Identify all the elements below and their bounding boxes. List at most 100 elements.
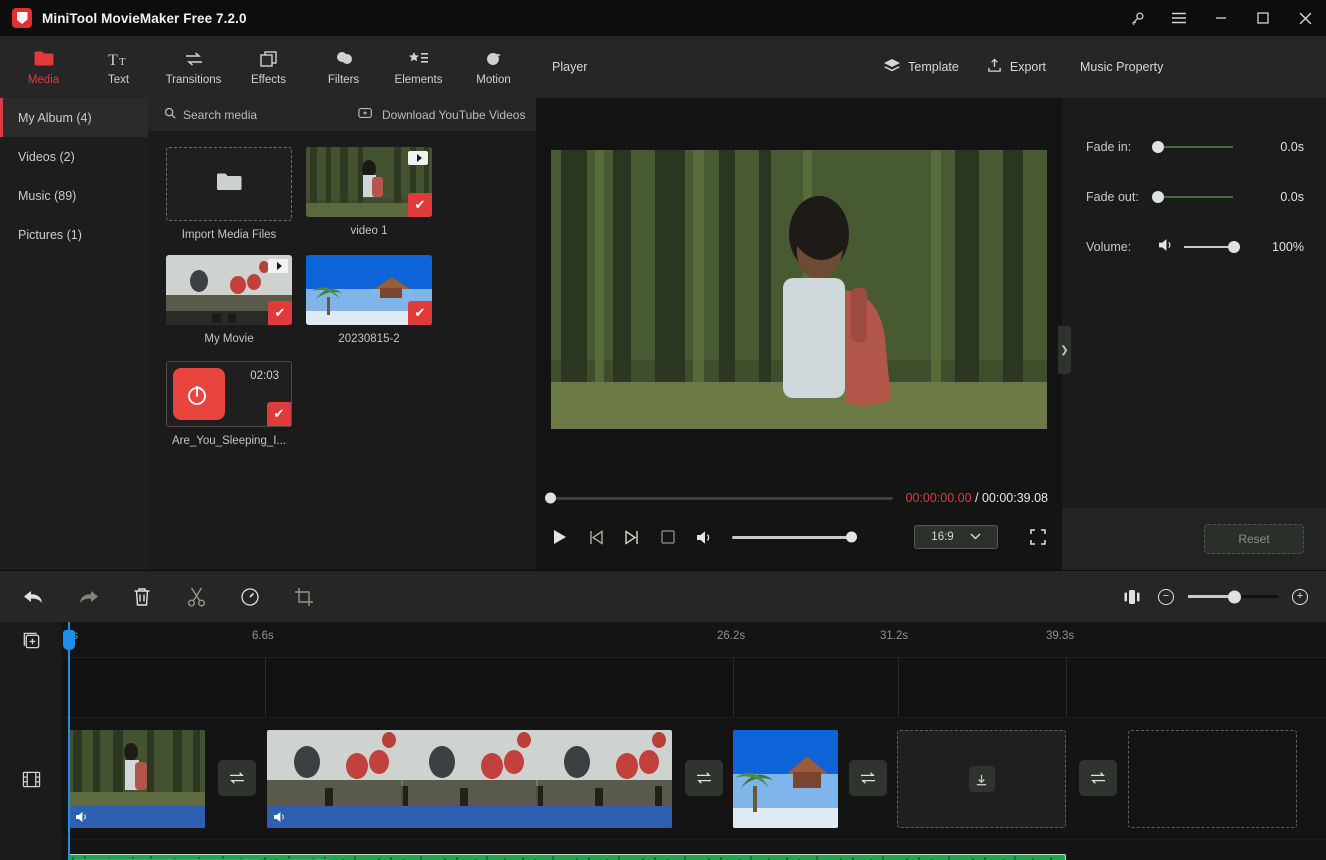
ruler-tick: 39.3s [1046,630,1075,642]
seek-knob[interactable] [545,492,556,504]
music-track-icon [0,840,62,860]
fullscreen-button[interactable] [1028,527,1048,547]
media-item-20230815-2[interactable]: ✔ 20230815-2 [306,255,432,345]
playhead[interactable] [63,622,75,860]
volume-knob[interactable] [846,531,857,543]
export-button[interactable]: Export [987,58,1046,76]
undo-icon[interactable] [22,585,46,609]
zoom-in-button[interactable]: + [1292,588,1308,605]
fit-timeline-icon[interactable] [1120,585,1144,609]
property-title: Music Property [1080,60,1164,74]
search-icon [164,107,176,122]
media-item-my-movie[interactable]: ✔ My Movie [166,255,292,345]
text-track-gutter [0,658,62,718]
aspect-ratio-select[interactable]: 16:9 [914,525,998,549]
fade-out-knob[interactable] [1152,191,1164,203]
maximize-button[interactable] [1242,0,1284,36]
media-thumbnail[interactable]: ✔ [306,147,432,217]
zoom-knob[interactable] [1228,590,1241,603]
split-scissors-icon[interactable] [184,585,208,609]
media-label: 20230815-2 [338,333,400,345]
transitions-icon [183,48,205,70]
fade-out-slider[interactable] [1152,191,1233,203]
audio-track-row[interactable]: Are_You_Sleeping_Instrumental 39.3s [62,840,1326,860]
fade-in-knob[interactable] [1152,141,1164,153]
import-label: Import Media Files [181,229,277,241]
seek-slider[interactable] [545,492,894,504]
tab-text[interactable]: T T Text [81,36,156,98]
tab-media[interactable]: Media [6,36,81,98]
transition-button[interactable] [218,760,256,796]
crop-icon[interactable] [292,585,316,609]
minimize-button[interactable] [1200,0,1242,36]
panel-collapse-handle[interactable]: ❯ [1058,326,1071,374]
close-button[interactable] [1284,0,1326,36]
volume-icon[interactable] [694,527,714,547]
delete-icon[interactable] [130,585,154,609]
tab-transitions[interactable]: Transitions [156,36,231,98]
timeline-clip-image[interactable] [733,730,838,828]
volume-property-slider[interactable] [1184,241,1240,253]
app-title: MiniTool MovieMaker Free 7.2.0 [42,10,247,26]
timeline-audio-clip[interactable]: Are_You_Sleeping_Instrumental 39.3s [69,854,1066,860]
audio-thumbnail[interactable]: 02:03 ✔ [166,361,292,427]
playhead-handle[interactable] [63,630,75,650]
media-item-video-1[interactable]: ✔ video 1 [306,147,432,241]
time-separator: / [971,491,982,505]
music-property-panel: Fade in: 0.0s Fade out: 0.0s Volume: 100… [1062,98,1326,570]
media-label: Are_You_Sleeping_I... [171,435,287,447]
selected-check-icon[interactable]: ✔ [408,301,432,325]
sidebar-item-pictures[interactable]: Pictures (1) [0,215,148,254]
play-button[interactable] [550,527,570,547]
add-track-icon[interactable] [0,622,62,658]
import-media-cell[interactable]: Import Media Files [166,147,292,241]
snapshot-button[interactable] [658,527,678,547]
clip-placeholder-drop[interactable] [897,730,1066,828]
fade-in-slider[interactable] [1152,141,1233,153]
sidebar-item-videos[interactable]: Videos (2) [0,137,148,176]
next-frame-button[interactable] [622,527,642,547]
tab-filters[interactable]: Filters [306,36,381,98]
text-icon: T T [108,48,130,70]
timeline-ruler[interactable]: 0s 6.6s 26.2s 31.2s 39.3s [62,622,1326,658]
tab-motion[interactable]: Motion [456,36,531,98]
download-youtube-button[interactable]: Download YouTube Videos [358,107,525,122]
selected-check-icon[interactable]: ✔ [268,301,292,325]
menu-icon[interactable] [1158,0,1200,36]
import-dropzone[interactable] [166,147,292,221]
selected-check-icon[interactable]: ✔ [267,402,291,426]
template-button[interactable]: Template [884,58,959,76]
timeline: 0s 6.6s 26.2s 31.2s 39.3s [0,622,1326,860]
previous-frame-button[interactable] [586,527,606,547]
reset-button[interactable]: Reset [1204,524,1304,554]
tab-label: Motion [476,74,511,86]
transition-button[interactable] [849,760,887,796]
volume-property-knob[interactable] [1228,241,1240,253]
text-track-row[interactable] [62,658,1326,718]
player-controls: 00:00:00.00 / 00:00:39.08 16:9 [536,480,1062,570]
search-input[interactable]: Search media [148,107,348,122]
speaker-icon[interactable] [1158,238,1174,257]
tab-elements[interactable]: Elements [381,36,456,98]
video-track-row[interactable] [62,718,1326,860]
sidebar-item-my-album[interactable]: My Album (4) [0,98,148,137]
clip-placeholder-empty[interactable] [1128,730,1297,828]
volume-slider[interactable] [732,531,857,543]
selected-check-icon[interactable]: ✔ [408,193,432,217]
zoom-slider[interactable] [1188,590,1278,603]
key-icon[interactable] [1116,0,1158,36]
media-thumbnail[interactable]: ✔ [306,255,432,325]
timeline-clip-my-movie[interactable] [267,730,672,828]
video-badge-icon [408,151,428,165]
sidebar-item-music[interactable]: Music (89) [0,176,148,215]
speed-icon[interactable] [238,585,262,609]
media-thumbnail[interactable]: ✔ [166,255,292,325]
media-item-audio[interactable]: 02:03 ✔ Are_You_Sleeping_I... [166,361,292,447]
zoom-out-button[interactable]: − [1158,588,1174,605]
transition-button[interactable] [1079,760,1117,796]
tab-effects[interactable]: Effects [231,36,306,98]
redo-icon[interactable] [76,585,100,609]
video-preview[interactable] [551,149,1047,429]
transition-button[interactable] [685,760,723,796]
timeline-clip-video-1[interactable] [69,730,205,828]
